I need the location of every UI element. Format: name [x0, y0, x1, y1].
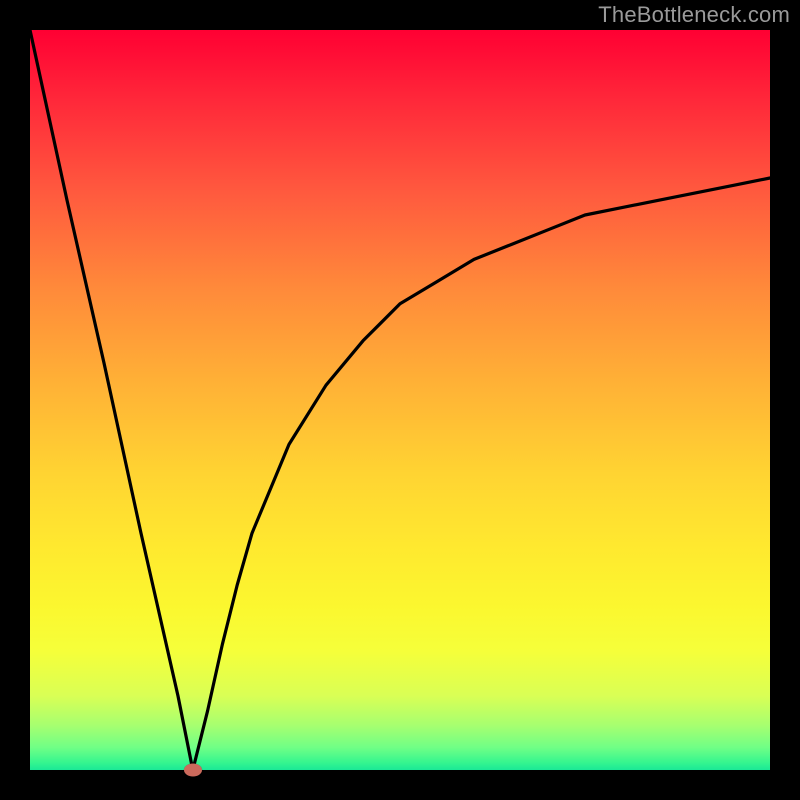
bottleneck-curve	[30, 30, 770, 770]
chart-frame: TheBottleneck.com	[0, 0, 800, 800]
curve-line	[30, 30, 770, 770]
plot-area	[30, 30, 770, 770]
optimum-marker	[184, 764, 202, 777]
watermark-text: TheBottleneck.com	[598, 2, 790, 28]
